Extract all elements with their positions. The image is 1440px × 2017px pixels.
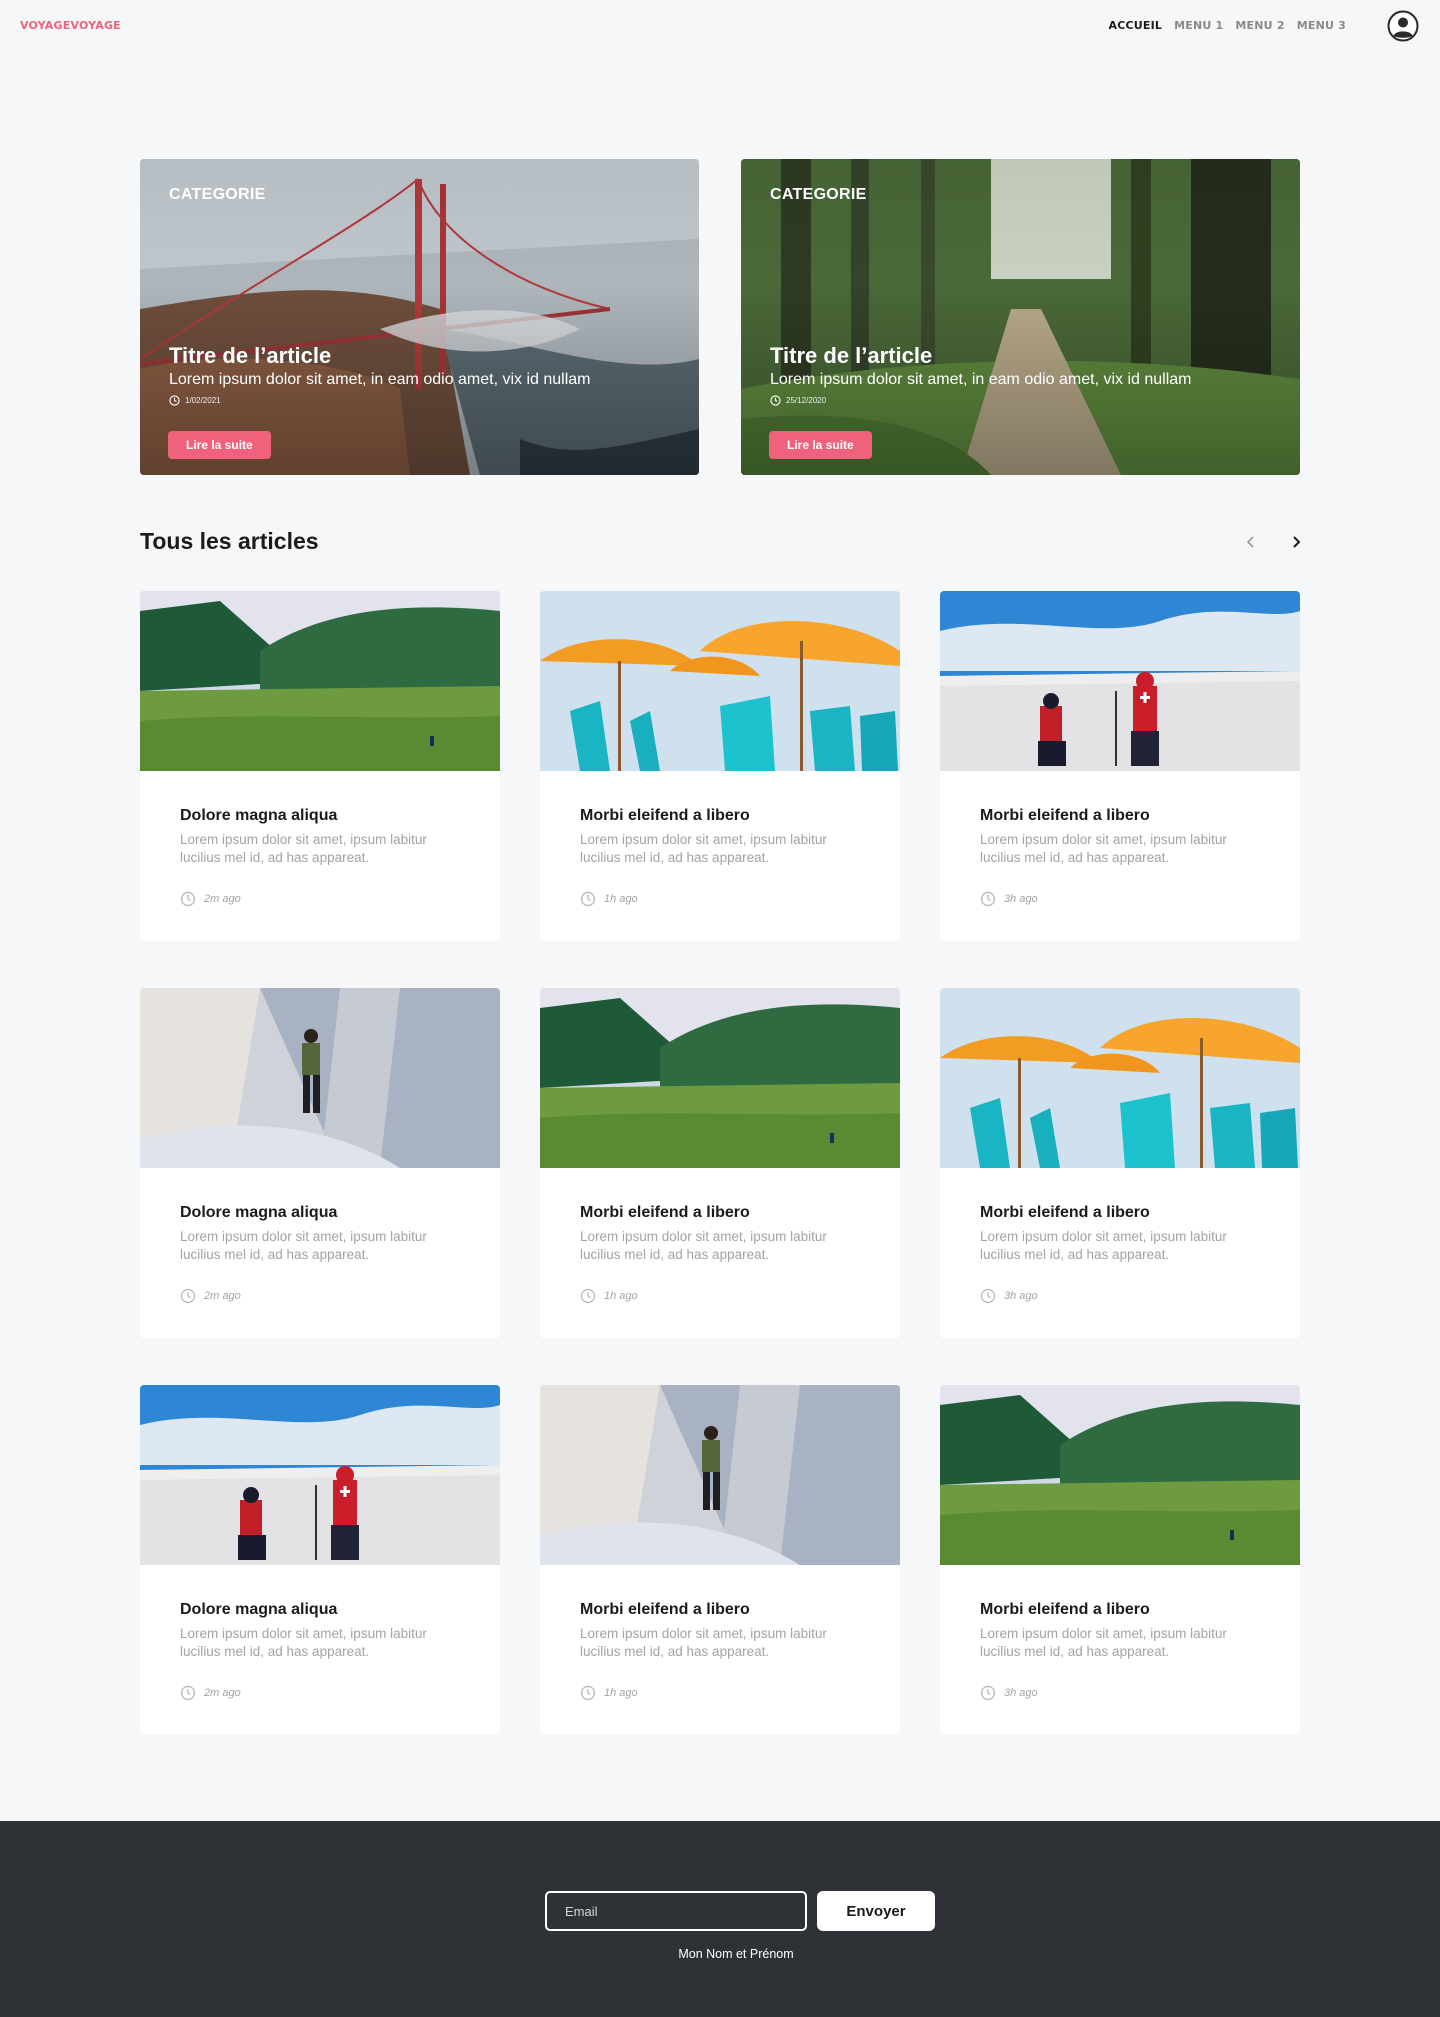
article-time: 3h ago — [980, 1288, 1038, 1304]
footer-signature: Mon Nom et Prénom — [678, 1947, 794, 1961]
article-time: 2m ago — [180, 1288, 241, 1304]
article-image[interactable] — [140, 1385, 500, 1565]
brand-logo[interactable]: VOYAGEVOYAGE — [20, 19, 121, 32]
time-text: 2m ago — [204, 893, 241, 905]
time-text: 1h ago — [604, 1290, 638, 1302]
article-card[interactable]: Morbi eleifend a libero Lorem ipsum dolo… — [540, 988, 900, 1338]
clock-icon — [980, 891, 996, 907]
article-image[interactable] — [940, 988, 1300, 1168]
article-description: Lorem ipsum dolor sit amet, ipsum labitu… — [580, 832, 827, 865]
date-text: 1/02/2021 — [185, 396, 221, 405]
article-description: Lorem ipsum dolor sit amet, ipsum labitu… — [580, 1626, 827, 1659]
article-time: 1h ago — [580, 1685, 638, 1701]
featured-description: Lorem ipsum dolor sit amet, in eam odio … — [169, 371, 591, 388]
clock-icon — [180, 1685, 196, 1701]
article-image[interactable] — [940, 1385, 1300, 1565]
article-title[interactable]: Morbi eleifend a libero — [980, 807, 1150, 825]
article-title[interactable]: Morbi eleifend a libero — [980, 1601, 1150, 1619]
clock-icon — [980, 1685, 996, 1701]
clock-icon — [580, 891, 596, 907]
article-image[interactable] — [540, 591, 900, 771]
article-image[interactable] — [140, 988, 500, 1168]
article-title[interactable]: Morbi eleifend a libero — [580, 1601, 750, 1619]
article-time: 2m ago — [180, 1685, 241, 1701]
featured-card[interactable]: CATEGORIE Titre de l’article Lorem ipsum… — [741, 159, 1300, 475]
article-title[interactable]: Dolore magna aliqua — [180, 1204, 337, 1222]
featured-date: 1/02/2021 — [169, 395, 221, 406]
time-text: 3h ago — [1004, 893, 1038, 905]
clock-icon — [980, 1288, 996, 1304]
clock-icon — [169, 395, 180, 406]
article-image[interactable] — [540, 1385, 900, 1565]
date-text: 25/12/2020 — [786, 396, 827, 405]
article-card[interactable]: Dolore magna aliqua Lorem ipsum dolor si… — [140, 1385, 500, 1735]
clock-icon — [770, 395, 781, 406]
article-card[interactable]: Morbi eleifend a libero Lorem ipsum dolo… — [940, 591, 1300, 941]
top-bar: VOYAGEVOYAGE ACCUEIL MENU 1 MENU 2 MENU … — [0, 0, 1440, 52]
article-title[interactable]: Dolore magna aliqua — [180, 807, 337, 825]
time-text: 3h ago — [1004, 1687, 1038, 1699]
article-description: Lorem ipsum dolor sit amet, ipsum labitu… — [980, 1626, 1227, 1659]
chevron-left-icon[interactable] — [1241, 532, 1261, 552]
nav-item-menu-2[interactable]: MENU 2 — [1235, 19, 1284, 32]
article-card[interactable]: Morbi eleifend a libero Lorem ipsum dolo… — [540, 591, 900, 941]
article-description: Lorem ipsum dolor sit amet, ipsum labitu… — [980, 1229, 1227, 1262]
main-nav: ACCUEIL MENU 1 MENU 2 MENU 3 — [1109, 19, 1347, 32]
article-card[interactable]: Dolore magna aliqua Lorem ipsum dolor si… — [140, 591, 500, 941]
nav-item-menu-1[interactable]: MENU 1 — [1174, 19, 1223, 32]
article-card[interactable]: Morbi eleifend a libero Lorem ipsum dolo… — [540, 1385, 900, 1735]
featured-articles: CATEGORIE Titre de l’article Lorem ipsum… — [140, 159, 1300, 475]
article-time: 1h ago — [580, 891, 638, 907]
article-description: Lorem ipsum dolor sit amet, ipsum labitu… — [580, 1229, 827, 1262]
footer: Envoyer Mon Nom et Prénom — [0, 1821, 1440, 2017]
article-image[interactable] — [540, 988, 900, 1168]
time-text: 3h ago — [1004, 1290, 1038, 1302]
article-title[interactable]: Morbi eleifend a libero — [580, 807, 750, 825]
article-time: 3h ago — [980, 1685, 1038, 1701]
featured-card[interactable]: CATEGORIE Titre de l’article Lorem ipsum… — [140, 159, 699, 475]
article-description: Lorem ipsum dolor sit amet, ipsum labitu… — [180, 1229, 427, 1262]
clock-icon — [580, 1685, 596, 1701]
time-text: 1h ago — [604, 893, 638, 905]
featured-date: 25/12/2020 — [770, 395, 826, 406]
article-time: 3h ago — [980, 891, 1038, 907]
article-title[interactable]: Morbi eleifend a libero — [980, 1204, 1150, 1222]
article-time: 1h ago — [580, 1288, 638, 1304]
chevron-right-icon[interactable] — [1286, 532, 1306, 552]
category-label: CATEGORIE — [169, 186, 266, 203]
clock-icon — [180, 891, 196, 907]
featured-description: Lorem ipsum dolor sit amet, in eam odio … — [770, 371, 1192, 388]
article-description: Lorem ipsum dolor sit amet, ipsum labitu… — [980, 832, 1227, 865]
time-text: 2m ago — [204, 1290, 241, 1302]
email-field[interactable] — [545, 1891, 807, 1931]
article-image[interactable] — [140, 591, 500, 771]
article-title[interactable]: Morbi eleifend a libero — [580, 1204, 750, 1222]
article-title[interactable]: Dolore magna aliqua — [180, 1601, 337, 1619]
read-more-button[interactable]: Lire la suite — [769, 431, 872, 459]
featured-title[interactable]: Titre de l’article — [770, 343, 932, 369]
article-card[interactable]: Dolore magna aliqua Lorem ipsum dolor si… — [140, 988, 500, 1338]
nav-item-menu-3[interactable]: MENU 3 — [1297, 19, 1346, 32]
featured-title[interactable]: Titre de l’article — [169, 343, 331, 369]
article-card[interactable]: Morbi eleifend a libero Lorem ipsum dolo… — [940, 1385, 1300, 1735]
clock-icon — [180, 1288, 196, 1304]
send-button[interactable]: Envoyer — [817, 1891, 935, 1931]
read-more-button[interactable]: Lire la suite — [168, 431, 271, 459]
section-title: Tous les articles — [140, 528, 319, 554]
article-description: Lorem ipsum dolor sit amet, ipsum labitu… — [180, 1626, 427, 1659]
user-circle-icon[interactable] — [1387, 10, 1419, 42]
article-time: 2m ago — [180, 891, 241, 907]
time-text: 1h ago — [604, 1687, 638, 1699]
clock-icon — [580, 1288, 596, 1304]
article-card[interactable]: Morbi eleifend a libero Lorem ipsum dolo… — [940, 988, 1300, 1338]
article-description: Lorem ipsum dolor sit amet, ipsum labitu… — [180, 832, 427, 865]
category-label: CATEGORIE — [770, 186, 867, 203]
nav-item-accueil[interactable]: ACCUEIL — [1109, 19, 1163, 32]
article-image[interactable] — [940, 591, 1300, 771]
time-text: 2m ago — [204, 1687, 241, 1699]
